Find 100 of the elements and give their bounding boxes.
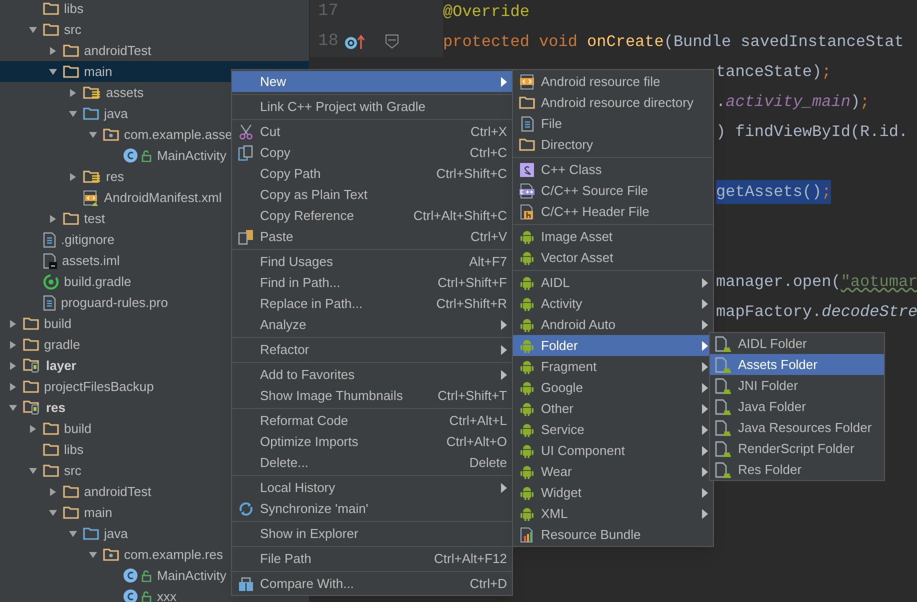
tree-row[interactable]: libs <box>0 0 309 19</box>
menu-item[interactable]: Other <box>513 398 713 419</box>
tree-item-label: java <box>104 524 128 543</box>
menu-item[interactable]: Assets Folder <box>710 354 884 375</box>
tree-item-label: .gitignore <box>61 230 114 249</box>
menu-item[interactable]: Compare With... Ctrl+D <box>232 573 512 594</box>
module-folder-icon <box>23 400 41 415</box>
expand-arrow-icon[interactable] <box>68 88 78 98</box>
menu-item[interactable]: Android resource file <box>513 71 713 92</box>
scissors-icon <box>238 124 254 140</box>
collapse-arrow-icon[interactable] <box>28 24 38 34</box>
expand-arrow-icon[interactable] <box>48 214 58 224</box>
collapse-arrow-icon[interactable] <box>48 508 58 518</box>
menu-item[interactable]: AIDL Folder <box>710 333 884 354</box>
menu-item[interactable]: UI Component <box>513 440 713 461</box>
menu-item[interactable]: Find Usages Alt+F7 <box>232 251 512 272</box>
menu-item[interactable]: Show Image Thumbnails Ctrl+Shift+T <box>232 385 512 406</box>
menu-item[interactable]: Android Auto <box>513 314 713 335</box>
collapse-arrow-icon[interactable] <box>68 528 78 538</box>
expand-arrow-icon[interactable] <box>8 382 18 392</box>
folder-icon <box>63 212 79 225</box>
class-icon <box>123 568 138 583</box>
android-icon <box>519 228 535 244</box>
text-file-icon <box>43 294 56 310</box>
menu-item[interactable]: Add to Favorites <box>232 364 512 385</box>
expand-arrow-icon[interactable] <box>68 172 78 182</box>
tree-item-label: assets.iml <box>62 252 120 270</box>
submenu-arrow-icon <box>501 344 507 354</box>
menu-item[interactable]: Show in Explorer <box>232 523 512 544</box>
menu-item[interactable]: New <box>232 71 512 92</box>
expand-arrow-icon[interactable] <box>28 424 38 434</box>
tree-row[interactable]: androidTest <box>0 40 309 61</box>
menu-item[interactable]: Java Resources Folder <box>710 417 884 438</box>
collapse-arrow-icon[interactable] <box>88 550 98 560</box>
menu-item[interactable]: Cut Ctrl+X <box>232 121 512 142</box>
menu-item[interactable]: Widget <box>513 482 713 503</box>
menu-item[interactable]: Link C++ Project with Gradle <box>232 96 512 117</box>
menu-item[interactable]: C/C++ Header File <box>513 201 713 222</box>
tree-item-label: projectFilesBackup <box>44 378 154 396</box>
collapse-arrow-icon[interactable] <box>8 402 18 412</box>
expand-arrow-icon[interactable] <box>48 486 58 496</box>
menu-item[interactable]: Fragment <box>513 356 713 377</box>
tree-item-label: libs <box>64 0 84 18</box>
menu-item[interactable]: Reformat Code Ctrl+Alt+L <box>232 410 512 431</box>
expand-arrow-icon[interactable] <box>8 318 18 328</box>
menu-item[interactable]: File Path Ctrl+Alt+F12 <box>232 548 512 569</box>
menu-item[interactable]: Service <box>513 419 713 440</box>
menu-item[interactable]: Res Folder <box>710 459 884 480</box>
menu-item[interactable]: Find in Path... Ctrl+Shift+F <box>232 272 512 293</box>
tree-item-label: main <box>84 504 112 522</box>
submenu-arrow-icon <box>702 466 708 476</box>
menu-item[interactable]: Paste Ctrl+V <box>232 226 512 247</box>
menu-item[interactable]: Delete... Delete <box>232 452 512 473</box>
menu-item[interactable]: Optimize Imports Ctrl+Alt+O <box>232 431 512 452</box>
menu-item[interactable]: Replace in Path... Ctrl+Shift+R <box>232 293 512 314</box>
menu-item[interactable]: Directory <box>513 134 713 155</box>
collapse-arrow-icon[interactable] <box>28 466 38 476</box>
code-text: @Override <box>443 2 530 23</box>
collapse-arrow-icon[interactable] <box>48 66 58 76</box>
expand-arrow-icon[interactable] <box>8 360 18 370</box>
collapse-arrow-icon[interactable] <box>88 130 98 140</box>
menu-item[interactable]: Java Folder <box>710 396 884 417</box>
submenu-arrow-icon <box>702 382 708 392</box>
shortcut-text: Ctrl+Shift+T <box>438 386 507 405</box>
menu-item[interactable]: Copy Reference Ctrl+Alt+Shift+C <box>232 205 512 226</box>
tree-row[interactable]: src <box>0 19 309 40</box>
expand-arrow-icon[interactable] <box>8 340 18 350</box>
submenu-arrow-icon <box>501 482 507 492</box>
override-marker-icon[interactable] <box>344 34 366 50</box>
menu-item[interactable]: Activity <box>513 293 713 314</box>
expand-arrow-icon[interactable] <box>48 46 58 56</box>
menu-item[interactable]: Image Asset <box>513 226 713 247</box>
menu-item[interactable]: AIDL <box>513 272 713 293</box>
menu-item[interactable]: File <box>513 113 713 134</box>
fold-marker-icon[interactable] <box>385 34 399 50</box>
folder-icon <box>83 107 99 120</box>
menu-item[interactable]: Analyze <box>232 314 512 335</box>
menu-item[interactable]: Vector Asset <box>513 247 713 268</box>
folder-icon <box>43 464 59 477</box>
menu-item[interactable]: Synchronize 'main' <box>232 498 512 519</box>
shortcut-text: Ctrl+V <box>470 228 507 246</box>
menu-item[interactable]: Resource Bundle <box>513 524 713 545</box>
menu-item[interactable]: Android resource directory <box>513 92 713 113</box>
menu-item[interactable]: Google <box>513 377 713 398</box>
menu-item[interactable]: XML <box>513 503 713 524</box>
tree-item-label: com.example.asse <box>124 126 232 144</box>
menu-item[interactable]: Copy Path Ctrl+Shift+C <box>232 163 512 184</box>
menu-item[interactable]: Wear <box>513 461 713 482</box>
menu-item[interactable]: C/C++ Source File <box>513 180 713 201</box>
menu-item[interactable]: Local History <box>232 477 512 498</box>
tree-item-label: res <box>106 168 124 186</box>
code-text: ) findViewById(R.id. <box>716 122 908 143</box>
menu-item[interactable]: Refactor <box>232 339 512 360</box>
collapse-arrow-icon[interactable] <box>68 108 78 118</box>
menu-item[interactable]: C++ Class <box>513 159 713 180</box>
menu-item[interactable]: JNI Folder <box>710 375 884 396</box>
menu-item[interactable]: RenderScript Folder <box>710 438 884 459</box>
module-file-icon <box>43 252 57 268</box>
menu-item[interactable]: Copy Ctrl+C <box>232 142 512 163</box>
menu-item[interactable]: Copy as Plain Text <box>232 184 512 205</box>
